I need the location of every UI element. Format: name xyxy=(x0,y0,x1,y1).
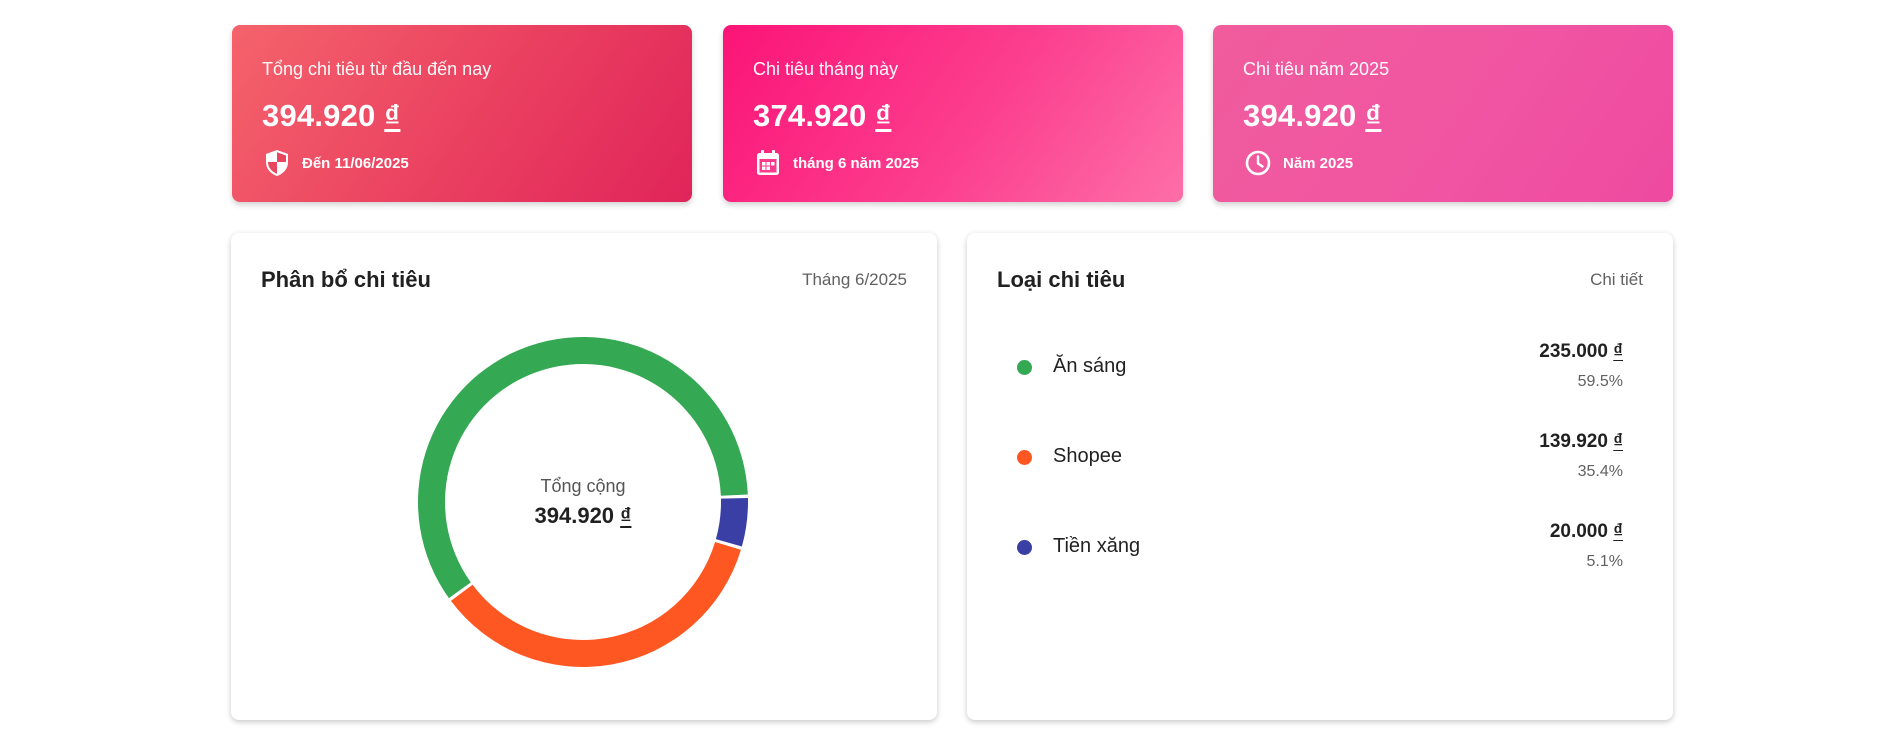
type-percent: 59.5% xyxy=(1577,373,1623,390)
calendar-icon xyxy=(753,148,783,178)
yearly-spending-card: Chi tiêu năm 2025 394.920 ₫ Năm 2025 xyxy=(1213,25,1673,202)
types-detail-link[interactable]: Chi tiết xyxy=(1590,270,1643,290)
type-row-an-sang[interactable]: Ăn sáng 235.000 ₫ 59.5% xyxy=(1017,336,1623,406)
donut-center-value: 394.920 ₫ xyxy=(535,503,632,529)
type-row-tien-xang[interactable]: Tiền xăng 20.000 ₫ 5.1% xyxy=(1017,516,1623,586)
type-row-shopee[interactable]: Shopee 139.920 ₫ 35.4% xyxy=(1017,426,1623,496)
monthly-spending-card: Chi tiêu tháng này 374.920 ₫ tháng 6 năm… xyxy=(723,25,1183,202)
yearly-spending-value: 394.920 ₫ xyxy=(1243,98,1643,134)
monthly-spending-amount: 374.920 xyxy=(753,98,867,133)
total-spending-amount: 394.920 xyxy=(262,98,376,133)
donut-center-label: Tổng cộng xyxy=(540,475,626,496)
currency-symbol: ₫ xyxy=(1365,98,1382,133)
donut-center-amount: 394.920 xyxy=(534,502,615,528)
type-amount: 20.000 ₫ xyxy=(1550,521,1623,543)
yearly-spending-subtitle: Năm 2025 xyxy=(1243,148,1643,178)
type-name: Tiền xăng xyxy=(1053,535,1141,557)
shield-icon xyxy=(262,148,292,178)
type-name: Shopee xyxy=(1053,445,1122,467)
total-spending-date: Đến 11/06/2025 xyxy=(302,154,409,172)
currency-symbol: ₫ xyxy=(384,98,401,133)
yearly-spending-amount: 394.920 xyxy=(1243,98,1357,133)
yearly-spending-label: Chi tiêu năm 2025 xyxy=(1243,59,1390,79)
currency-symbol: ₫ xyxy=(1613,521,1623,542)
legend-dot-icon xyxy=(1017,450,1032,465)
legend-dot-icon xyxy=(1017,360,1032,375)
type-amount-value: 235.000 xyxy=(1539,341,1608,362)
clock-icon xyxy=(1243,148,1273,178)
type-percent: 5.1% xyxy=(1586,553,1623,570)
currency-symbol: ₫ xyxy=(1613,431,1623,452)
distribution-title: Phân bổ chi tiêu xyxy=(261,267,431,292)
total-spending-label: Tổng chi tiêu từ đầu đến nay xyxy=(262,59,492,79)
type-amount-value: 139.920 xyxy=(1539,431,1608,452)
legend-dot-icon xyxy=(1017,540,1032,555)
currency-symbol: ₫ xyxy=(1613,341,1623,362)
type-percent: 35.4% xyxy=(1577,463,1623,480)
yearly-spending-period: Năm 2025 xyxy=(1283,154,1354,172)
type-name: Ăn sáng xyxy=(1053,355,1127,377)
donut-center: Tổng cộng 394.920 ₫ xyxy=(418,337,748,667)
currency-symbol: ₫ xyxy=(875,98,892,133)
total-spending-value: 394.920 ₫ xyxy=(262,98,662,134)
types-title: Loại chi tiêu xyxy=(997,267,1126,292)
total-spending-card: Tổng chi tiêu từ đầu đến nay 394.920 ₫ Đ… xyxy=(232,25,692,202)
monthly-spending-label: Chi tiêu tháng này xyxy=(753,59,899,79)
monthly-spending-subtitle: tháng 6 năm 2025 xyxy=(753,148,1153,178)
distribution-period: Tháng 6/2025 xyxy=(802,270,907,289)
total-spending-subtitle: Đến 11/06/2025 xyxy=(262,148,662,178)
spending-types-panel: Loại chi tiêu Chi tiết Ăn sáng 235.000 ₫… xyxy=(967,233,1673,720)
monthly-spending-value: 374.920 ₫ xyxy=(753,98,1153,134)
spending-distribution-panel: Phân bổ chi tiêu Tháng 6/2025 Tổng cộng … xyxy=(231,233,937,720)
type-amount: 139.920 ₫ xyxy=(1539,431,1623,453)
type-amount: 235.000 ₫ xyxy=(1539,341,1623,363)
type-amount-value: 20.000 xyxy=(1549,521,1608,542)
currency-symbol: ₫ xyxy=(620,502,632,528)
monthly-spending-period: tháng 6 năm 2025 xyxy=(793,154,919,172)
